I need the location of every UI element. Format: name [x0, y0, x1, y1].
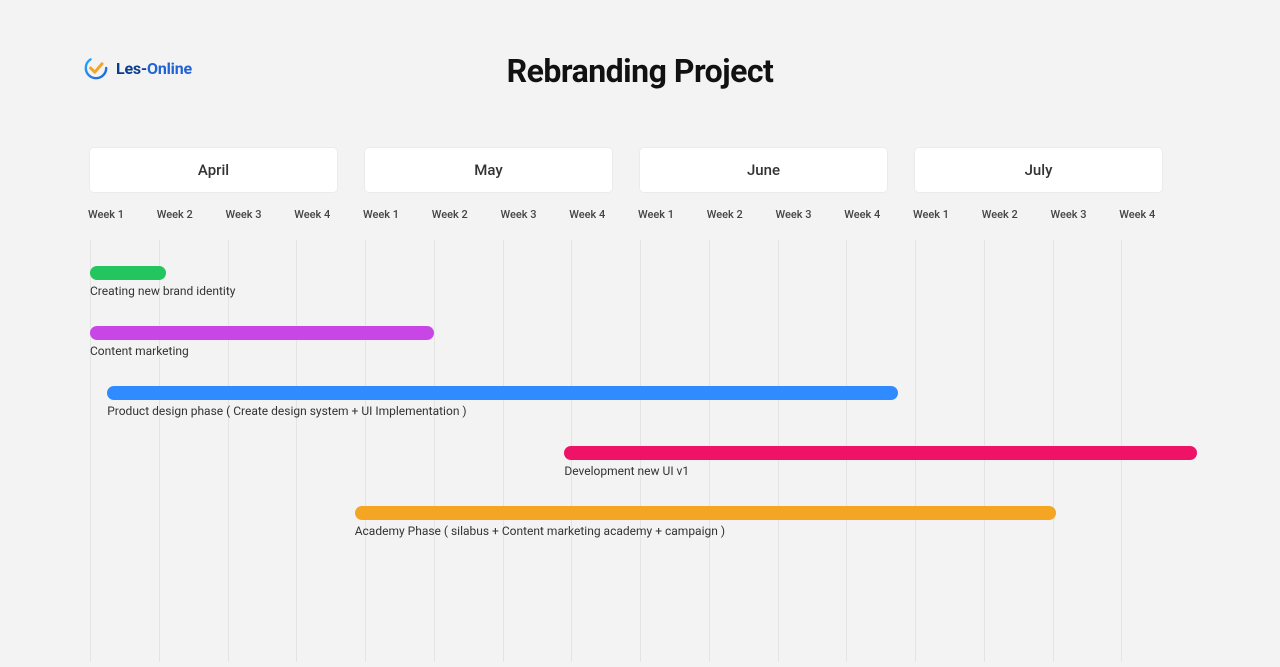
- gantt-week-label: Week 1: [88, 208, 124, 221]
- gantt-task-label: Academy Phase ( silabus + Content market…: [355, 524, 725, 538]
- gantt-weeks-header: Week 1 Week 2 Week 3 Week 4 Week 1 Week 2 Week…: [90, 208, 1190, 236]
- gantt-week-label: Week 3: [501, 208, 537, 221]
- gantt-task-label: Product design phase ( Create design sys…: [107, 404, 466, 418]
- gantt-week-label: Week 3: [226, 208, 262, 221]
- gantt-week-label: Week 3: [776, 208, 812, 221]
- gantt-gridline: [434, 240, 435, 662]
- gantt-month-label: April: [90, 161, 337, 179]
- gantt-week-label: Week 4: [844, 208, 880, 221]
- gantt-gridline: [159, 240, 160, 662]
- gantt-week-label: Week 1: [363, 208, 399, 221]
- gantt-month-card: June: [640, 148, 887, 192]
- gantt-week-label: Week 4: [1119, 208, 1155, 221]
- gantt-chart: AprilMayJuneJuly Week 1Week 2Week 3Week …: [90, 148, 1190, 662]
- gantt-months-header: April May June July: [90, 148, 1190, 194]
- gantt-week-label: Week 2: [432, 208, 468, 221]
- gantt-task-bar: [107, 386, 898, 400]
- gantt-gridline: [365, 240, 366, 662]
- gantt-task-label: Development new UI v1: [564, 464, 689, 478]
- gantt-week-label: Week 1: [638, 208, 674, 221]
- gantt-month-label: June: [640, 161, 887, 179]
- gantt-task-bar: [90, 326, 434, 340]
- gantt-task-label: Creating new brand identity: [90, 284, 235, 298]
- gantt-gridline: [296, 240, 297, 662]
- gantt-gridline: [503, 240, 504, 662]
- gantt-month-card: April: [90, 148, 337, 192]
- gantt-week-label: Week 3: [1051, 208, 1087, 221]
- gantt-month-card: July: [915, 148, 1162, 192]
- gantt-week-label: Week 2: [157, 208, 193, 221]
- gantt-week-label: Week 2: [707, 208, 743, 221]
- gantt-month-label: May: [365, 161, 612, 179]
- gantt-gridline: [228, 240, 229, 662]
- gantt-task-bar: [355, 506, 1056, 520]
- gantt-task-bar: [90, 266, 166, 280]
- gantt-task-bar: [564, 446, 1197, 460]
- gantt-week-label: Week 2: [982, 208, 1018, 221]
- gantt-month-label: July: [915, 161, 1162, 179]
- page-title: Rebranding Project: [0, 52, 1280, 90]
- gantt-week-label: Week 4: [294, 208, 330, 221]
- gantt-gridline: [90, 240, 91, 662]
- gantt-week-label: Week 4: [569, 208, 605, 221]
- gantt-month-card: May: [365, 148, 612, 192]
- gantt-week-label: Week 1: [913, 208, 949, 221]
- gantt-task-label: Content marketing: [90, 344, 189, 358]
- gantt-grid: Creating new brand identity Content marke…: [90, 242, 1190, 662]
